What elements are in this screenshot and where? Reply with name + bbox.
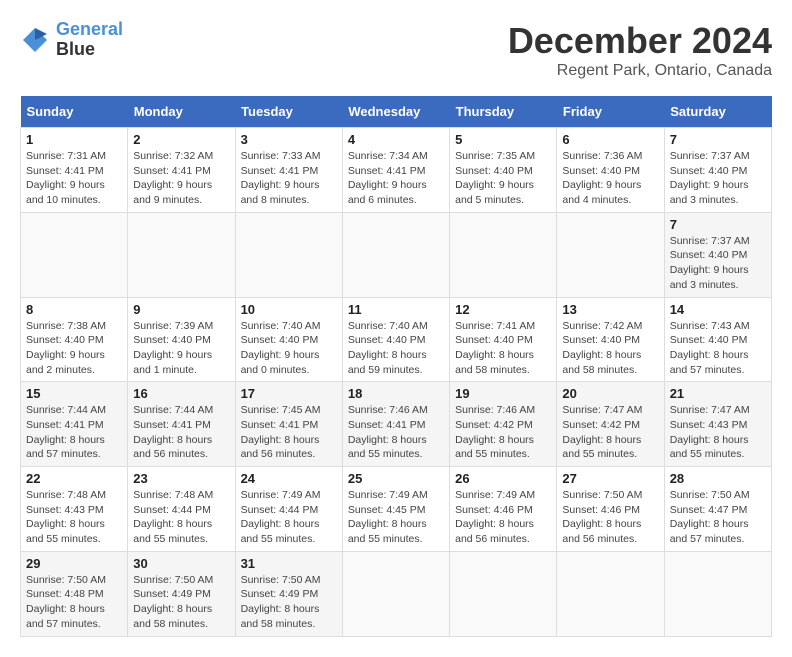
table-row	[557, 212, 664, 297]
logo-text: General Blue	[56, 20, 123, 60]
header-tuesday: Tuesday	[235, 96, 342, 128]
table-row: 28Sunrise: 7:50 AMSunset: 4:47 PMDayligh…	[664, 467, 771, 552]
table-row: 25Sunrise: 7:49 AMSunset: 4:45 PMDayligh…	[342, 467, 449, 552]
calendar-subtitle: Regent Park, Ontario, Canada	[508, 62, 772, 80]
table-row: 27Sunrise: 7:50 AMSunset: 4:46 PMDayligh…	[557, 467, 664, 552]
table-row: 24Sunrise: 7:49 AMSunset: 4:44 PMDayligh…	[235, 467, 342, 552]
page-header: General Blue December 2024 Regent Park, …	[20, 20, 772, 80]
table-row: 23Sunrise: 7:48 AMSunset: 4:44 PMDayligh…	[128, 467, 235, 552]
table-row: 6Sunrise: 7:36 AMSunset: 4:40 PMDaylight…	[557, 128, 664, 213]
table-row: 4Sunrise: 7:34 AMSunset: 4:41 PMDaylight…	[342, 128, 449, 213]
table-row: 8Sunrise: 7:38 AMSunset: 4:40 PMDaylight…	[21, 297, 128, 382]
table-row: 15Sunrise: 7:44 AMSunset: 4:41 PMDayligh…	[21, 382, 128, 467]
calendar-title: December 2024	[508, 20, 772, 62]
table-row	[342, 212, 449, 297]
calendar-header: Sunday Monday Tuesday Wednesday Thursday…	[21, 96, 772, 128]
header-friday: Friday	[557, 96, 664, 128]
table-row: 13Sunrise: 7:42 AMSunset: 4:40 PMDayligh…	[557, 297, 664, 382]
table-row: 14Sunrise: 7:43 AMSunset: 4:40 PMDayligh…	[664, 297, 771, 382]
table-row: 11Sunrise: 7:40 AMSunset: 4:40 PMDayligh…	[342, 297, 449, 382]
header-wednesday: Wednesday	[342, 96, 449, 128]
table-row	[128, 212, 235, 297]
table-row: 20Sunrise: 7:47 AMSunset: 4:42 PMDayligh…	[557, 382, 664, 467]
table-row	[664, 551, 771, 636]
logo: General Blue	[20, 20, 123, 60]
header-thursday: Thursday	[450, 96, 557, 128]
table-row: 29Sunrise: 7:50 AMSunset: 4:48 PMDayligh…	[21, 551, 128, 636]
table-row: 12Sunrise: 7:41 AMSunset: 4:40 PMDayligh…	[450, 297, 557, 382]
table-row: 7Sunrise: 7:37 AMSunset: 4:40 PMDaylight…	[664, 212, 771, 297]
table-row: 1Sunrise: 7:31 AMSunset: 4:41 PMDaylight…	[21, 128, 128, 213]
header-sunday: Sunday	[21, 96, 128, 128]
logo-icon	[20, 25, 50, 55]
table-row	[21, 212, 128, 297]
title-block: December 2024 Regent Park, Ontario, Cana…	[508, 20, 772, 80]
table-row: 3Sunrise: 7:33 AMSunset: 4:41 PMDaylight…	[235, 128, 342, 213]
table-row	[557, 551, 664, 636]
table-row: 30Sunrise: 7:50 AMSunset: 4:49 PMDayligh…	[128, 551, 235, 636]
header-monday: Monday	[128, 96, 235, 128]
table-row: 26Sunrise: 7:49 AMSunset: 4:46 PMDayligh…	[450, 467, 557, 552]
table-row: 17Sunrise: 7:45 AMSunset: 4:41 PMDayligh…	[235, 382, 342, 467]
table-row	[342, 551, 449, 636]
table-row: 9Sunrise: 7:39 AMSunset: 4:40 PMDaylight…	[128, 297, 235, 382]
calendar-body: 1Sunrise: 7:31 AMSunset: 4:41 PMDaylight…	[21, 128, 772, 637]
table-row	[450, 551, 557, 636]
table-row: 5Sunrise: 7:35 AMSunset: 4:40 PMDaylight…	[450, 128, 557, 213]
table-row: 19Sunrise: 7:46 AMSunset: 4:42 PMDayligh…	[450, 382, 557, 467]
header-saturday: Saturday	[664, 96, 771, 128]
table-row	[235, 212, 342, 297]
table-row: 16Sunrise: 7:44 AMSunset: 4:41 PMDayligh…	[128, 382, 235, 467]
table-row	[450, 212, 557, 297]
table-row: 10Sunrise: 7:40 AMSunset: 4:40 PMDayligh…	[235, 297, 342, 382]
table-row: 18Sunrise: 7:46 AMSunset: 4:41 PMDayligh…	[342, 382, 449, 467]
table-row: 2Sunrise: 7:32 AMSunset: 4:41 PMDaylight…	[128, 128, 235, 213]
table-row: 31Sunrise: 7:50 AMSunset: 4:49 PMDayligh…	[235, 551, 342, 636]
table-row: 7Sunrise: 7:37 AMSunset: 4:40 PMDaylight…	[664, 128, 771, 213]
calendar-table: Sunday Monday Tuesday Wednesday Thursday…	[20, 96, 772, 637]
table-row: 21Sunrise: 7:47 AMSunset: 4:43 PMDayligh…	[664, 382, 771, 467]
table-row: 22Sunrise: 7:48 AMSunset: 4:43 PMDayligh…	[21, 467, 128, 552]
